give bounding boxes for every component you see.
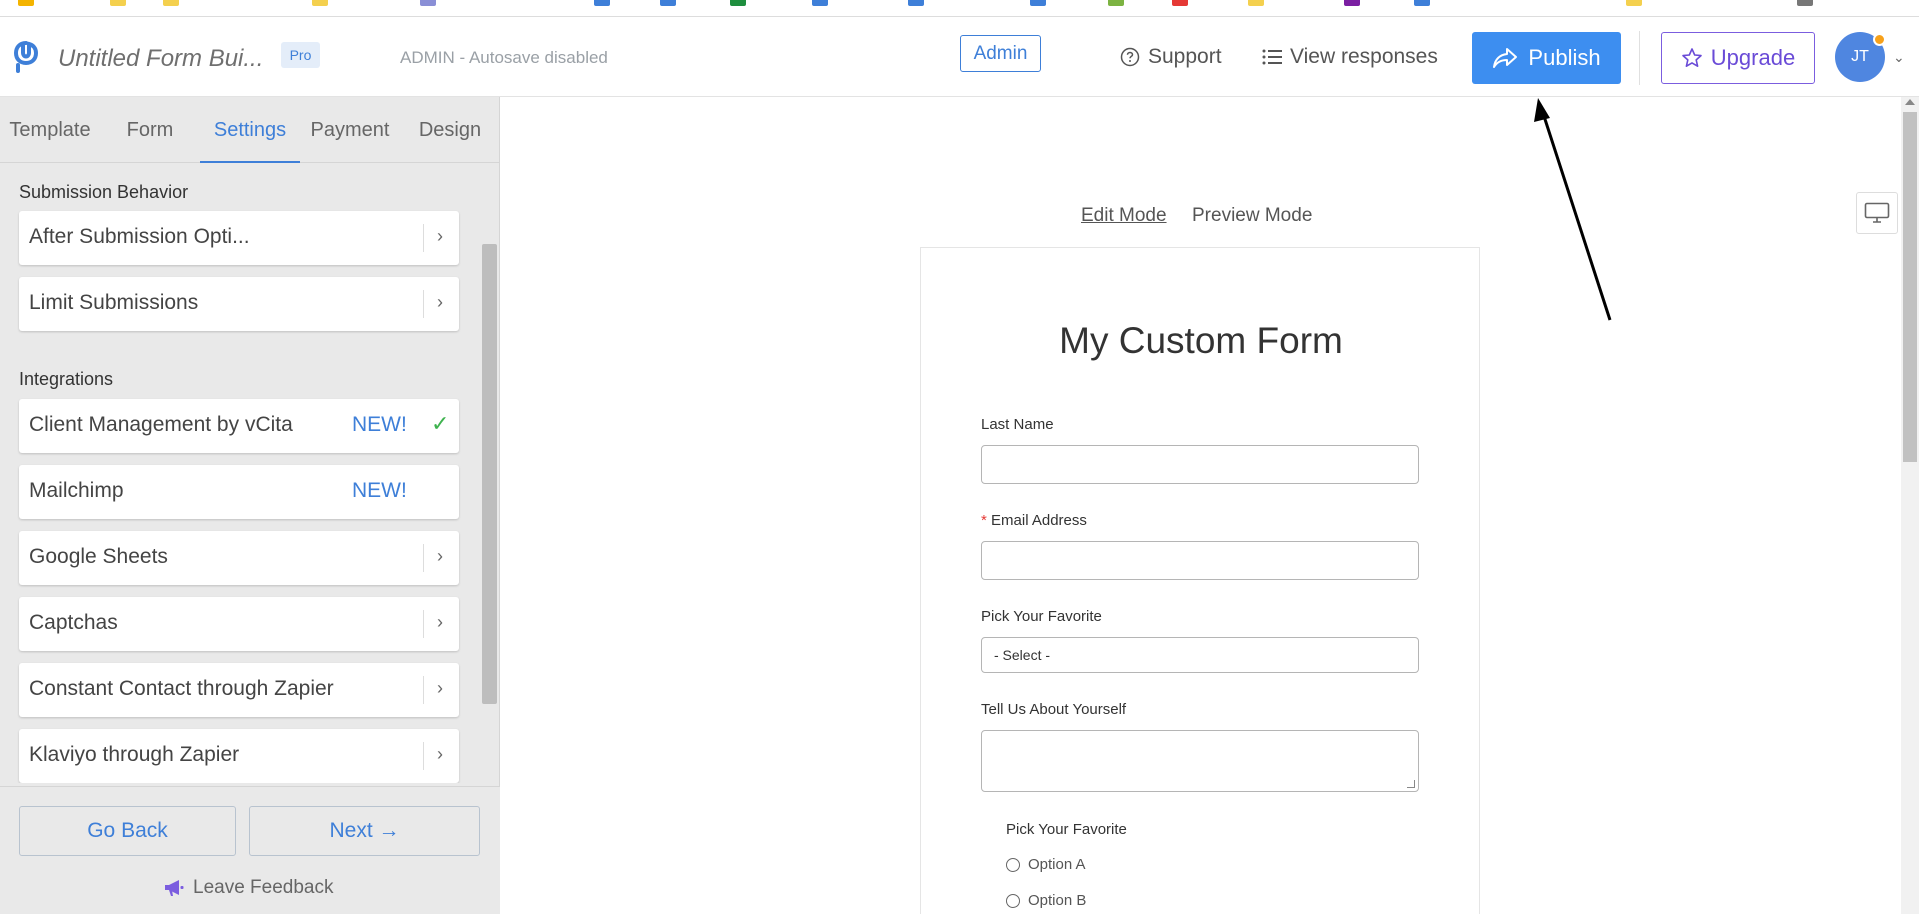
settings-item-label: After Submission Opti... [29, 225, 250, 248]
settings-item-label: Limit Submissions [29, 291, 199, 314]
integration-item-captchas[interactable]: Captchas › [19, 597, 459, 651]
app-header: Untitled Form Bui... Pro ADMIN - Autosav… [0, 17, 1919, 97]
required-asterisk: * [981, 512, 987, 529]
settings-item-limit-submissions[interactable]: Limit Submissions › [19, 277, 459, 331]
form-title[interactable]: Untitled Form Bui... [58, 45, 263, 73]
radio-circle-icon[interactable] [1006, 893, 1020, 908]
desktop-icon [1864, 202, 1890, 223]
publish-button[interactable]: Publish [1472, 32, 1621, 84]
list-icon [1262, 49, 1282, 65]
desktop-view-button[interactable] [1856, 192, 1898, 234]
integration-item-constant-contact[interactable]: Constant Contact through Zapier › [19, 663, 459, 717]
annotation-arrow-icon [1534, 98, 1612, 321]
notification-dot [1873, 33, 1886, 46]
admin-button[interactable]: Admin [960, 35, 1041, 72]
email-label-text: Email Address [991, 512, 1087, 529]
new-badge: NEW! [352, 413, 407, 436]
tab-design[interactable]: Design [400, 97, 500, 163]
checkmark-icon: ✓ [431, 411, 450, 436]
tab-form[interactable]: Form [100, 97, 200, 163]
edit-mode-toggle[interactable]: Edit Mode [1081, 205, 1167, 227]
chevron-right-icon: › [437, 226, 443, 246]
card-divider [423, 544, 424, 572]
support-link[interactable]: Support [1120, 45, 1222, 69]
leave-feedback-label: Leave Feedback [193, 877, 334, 898]
view-responses-label: View responses [1290, 45, 1438, 68]
integration-item-label: Constant Contact through Zapier [29, 677, 334, 700]
form-heading[interactable]: My Custom Form [921, 320, 1481, 362]
integration-item-label: Klaviyo through Zapier [29, 743, 240, 766]
card-divider [423, 676, 424, 704]
go-back-button[interactable]: Go Back [19, 806, 236, 856]
settings-list[interactable]: Submission Behavior After Submission Opt… [0, 163, 500, 783]
about-yourself-label: Tell Us About Yourself [981, 701, 1127, 718]
preview-mode-toggle[interactable]: Preview Mode [1192, 205, 1312, 227]
chevron-right-icon: › [437, 292, 443, 312]
radio-option-b[interactable]: Option B [1006, 892, 1086, 909]
new-badge: NEW! [352, 479, 407, 502]
integration-item-label: Mailchimp [29, 479, 124, 502]
view-responses-link[interactable]: View responses [1262, 45, 1438, 69]
chevron-down-icon[interactable]: ⌄ [1893, 49, 1905, 66]
card-divider [423, 610, 424, 638]
megaphone-icon [165, 880, 184, 896]
about-yourself-textarea[interactable] [981, 730, 1419, 792]
integration-item-google-sheets[interactable]: Google Sheets › [19, 531, 459, 585]
pro-badge: Pro [281, 42, 320, 68]
submission-behavior-heading: Submission Behavior [19, 182, 189, 202]
bookmarks-bar [0, 0, 1919, 17]
radio-option-label: Option B [1028, 892, 1087, 909]
next-button[interactable]: Next → [249, 806, 480, 856]
chevron-right-icon: › [437, 612, 443, 632]
card-divider [423, 290, 424, 318]
integration-item-klaviyo[interactable]: Klaviyo through Zapier › [19, 729, 459, 783]
chevron-right-icon: › [437, 546, 443, 566]
header-divider [1639, 31, 1640, 85]
upgrade-label: Upgrade [1710, 45, 1796, 70]
chevron-right-icon: › [437, 744, 443, 764]
tab-settings[interactable]: Settings [200, 97, 300, 163]
integration-item-vcita[interactable]: Client Management by vCita NEW! ✓ [19, 399, 459, 453]
radio-group-label: Pick Your Favorite [1006, 821, 1127, 838]
publish-label: Publish [1528, 45, 1601, 70]
integration-item-label: Client Management by vCita [29, 413, 293, 436]
card-divider [423, 224, 424, 252]
support-label: Support [1148, 45, 1222, 68]
star-icon [1681, 48, 1702, 67]
settings-panel: Template Form Settings Payment Design Su… [0, 97, 500, 914]
app-logo-icon[interactable] [14, 41, 38, 73]
last-name-input[interactable] [981, 445, 1419, 484]
radio-option-label: Option A [1028, 856, 1086, 873]
panel-tabs: Template Form Settings Payment Design [0, 97, 500, 163]
leave-feedback-link[interactable]: Leave Feedback [163, 877, 334, 899]
email-input[interactable] [981, 541, 1419, 580]
integration-item-label: Captchas [29, 611, 118, 634]
chevron-right-icon: › [437, 678, 443, 698]
integrations-heading: Integrations [19, 369, 114, 389]
integration-item-mailchimp[interactable]: Mailchimp NEW! [19, 465, 459, 519]
pick-favorite-select[interactable]: - Select - [981, 637, 1419, 673]
card-divider [423, 742, 424, 770]
settings-item-after-submission[interactable]: After Submission Opti... › [19, 211, 459, 265]
integration-item-label: Google Sheets [29, 545, 168, 568]
form-preview: My Custom Form Last Name * Email Address… [920, 247, 1480, 914]
resize-handle-icon[interactable] [1407, 780, 1415, 788]
share-arrow-icon [1493, 48, 1518, 68]
radio-option-a[interactable]: Option A [1006, 856, 1086, 873]
panel-scrollbar[interactable] [482, 244, 497, 704]
help-circle-icon [1120, 47, 1140, 67]
pick-favorite-label: Pick Your Favorite [981, 608, 1102, 625]
upgrade-button[interactable]: Upgrade [1661, 32, 1815, 84]
radio-circle-icon[interactable] [1006, 857, 1020, 872]
panel-footer: Go Back Next → Leave Feedback [0, 786, 500, 914]
email-label: * Email Address [981, 512, 1087, 529]
tab-template[interactable]: Template [0, 97, 100, 163]
last-name-label: Last Name [981, 416, 1054, 433]
scroll-up-arrow-icon[interactable] [1905, 99, 1915, 105]
tab-payment[interactable]: Payment [300, 97, 400, 163]
main-scrollbar-thumb[interactable] [1903, 112, 1917, 462]
autosave-status: ADMIN - Autosave disabled [400, 48, 608, 67]
